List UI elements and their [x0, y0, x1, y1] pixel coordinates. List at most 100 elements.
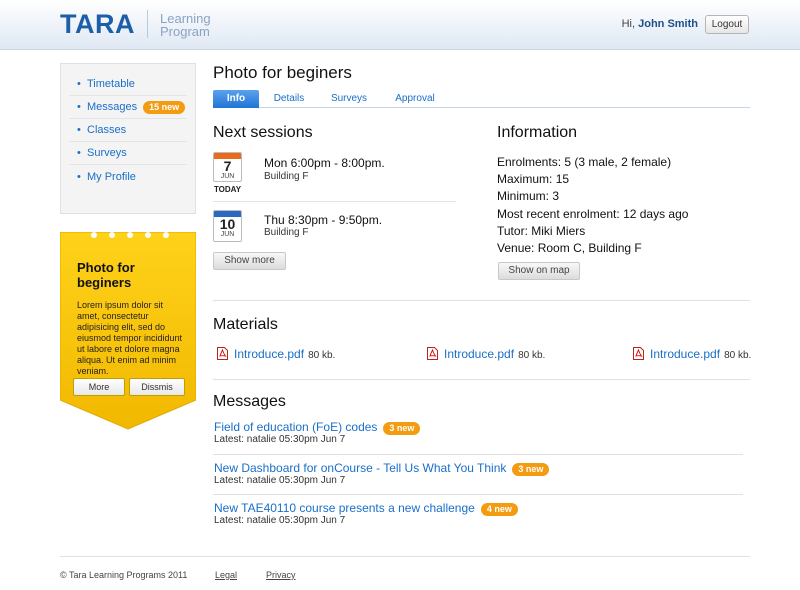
info-label: Venue: — [497, 241, 535, 255]
session-item[interactable]: 10 JUN Thu 8:30pm - 9:50pm. Building F — [213, 210, 456, 246]
info-maximum: Maximum: 15 — [497, 172, 569, 186]
pdf-icon — [633, 347, 644, 360]
divider — [213, 379, 750, 380]
legal-link[interactable]: Legal — [215, 570, 237, 580]
pdf-icon — [217, 347, 228, 360]
today-label: TODAY — [213, 185, 242, 194]
message-item[interactable]: Field of education (FoE) codes 3 new — [214, 420, 421, 435]
promo-text: Lorem ipsum dolor sit amet, consectetur … — [77, 300, 183, 376]
message-new-badge: 3 new — [383, 422, 421, 435]
info-value: Room C, Building F — [537, 241, 642, 255]
message-new-badge: 4 new — [480, 503, 518, 516]
footer-divider — [60, 556, 750, 557]
session-month: JUN — [220, 231, 235, 238]
info-value: 12 days ago — [623, 207, 689, 221]
sidebar-item-classes[interactable]: • Classes — [69, 119, 187, 142]
material-item[interactable]: Introduce.pdf 80 kb. — [633, 347, 751, 361]
show-more-button[interactable]: Show more — [213, 252, 286, 270]
tab-approval[interactable]: Approval — [391, 90, 439, 108]
pdf-icon — [427, 347, 438, 360]
message-item[interactable]: New Dashboard for onCourse - Tell Us Wha… — [214, 461, 550, 476]
message-meta: Latest: natalie 05:30pm Jun 7 — [214, 515, 346, 526]
sidebar-item-messages[interactable]: • Messages 15 new — [69, 96, 187, 119]
next-sessions-heading: Next sessions — [213, 124, 313, 141]
tab-details[interactable]: Details — [269, 90, 309, 108]
page-title: Photo for beginers — [213, 63, 352, 82]
message-title[interactable]: New TAE40110 course presents a new chall… — [214, 501, 475, 515]
tab-bar: Info Details Surveys Approval — [213, 90, 750, 108]
calendar-icon: 10 JUN — [213, 210, 242, 242]
session-place: Building F — [264, 227, 309, 238]
message-item[interactable]: New TAE40110 course presents a new chall… — [214, 501, 518, 516]
session-time: Thu 8:30pm - 9:50pm. — [264, 213, 383, 227]
bullet-icon: • — [77, 78, 81, 90]
promo-dismiss-button[interactable]: Dissmis — [129, 378, 185, 396]
logo-divider — [147, 10, 148, 38]
promo-card: Photo for beginers Lorem ipsum dolor sit… — [60, 232, 196, 430]
info-venue: Venue: Room C, Building F — [497, 241, 642, 255]
info-recent-enrolment: Most recent enrolment: 12 days ago — [497, 207, 688, 221]
bullet-icon: • — [77, 124, 81, 136]
privacy-link[interactable]: Privacy — [266, 570, 296, 580]
material-link[interactable]: Introduce.pdf — [650, 347, 720, 361]
session-month: JUN — [220, 173, 235, 180]
divider — [213, 300, 750, 301]
info-label: Enrolments: — [497, 155, 562, 169]
promo-title: Photo for beginers — [77, 260, 135, 290]
info-value: 15 — [555, 172, 570, 186]
sidebar-item-label: My Profile — [87, 170, 136, 183]
message-title[interactable]: New Dashboard for onCourse - Tell Us Wha… — [214, 461, 506, 475]
info-label: Maximum: — [497, 172, 553, 186]
info-value: 5 (3 male, 2 female) — [564, 155, 672, 169]
sidebar-item-label: Surveys — [87, 147, 127, 159]
logout-button[interactable]: Logout — [705, 15, 749, 34]
material-size: 80 kb. — [308, 350, 336, 361]
messages-heading: Messages — [213, 393, 286, 410]
info-value: 3 — [552, 189, 560, 203]
copyright: © Tara Learning Programs 2011 — [60, 570, 188, 580]
material-size: 80 kb. — [518, 350, 546, 361]
tab-info[interactable]: Info — [213, 90, 259, 108]
session-item[interactable]: 7 JUN TODAY Mon 6:00pm - 8:00pm. Buildin… — [213, 152, 456, 202]
message-new-badge: 3 new — [512, 463, 550, 476]
message-title[interactable]: Field of education (FoE) codes — [214, 420, 377, 434]
greeting-text: Hi, — [621, 18, 636, 30]
info-minimum: Minimum: 3 — [497, 189, 559, 203]
session-day: 7 — [223, 158, 232, 174]
material-link[interactable]: Introduce.pdf — [234, 347, 304, 361]
divider — [213, 494, 743, 495]
material-item[interactable]: Introduce.pdf 80 kb. — [217, 347, 335, 361]
message-meta: Latest: natalie 05:30pm Jun 7 — [214, 434, 346, 445]
session-place: Building F — [264, 171, 309, 182]
sidebar-item-surveys[interactable]: • Surveys — [69, 142, 187, 165]
sidebar-item-label: Classes — [87, 124, 127, 136]
logo-subtitle: Learning Program — [160, 12, 211, 38]
material-link[interactable]: Introduce.pdf — [444, 347, 514, 361]
info-label: Most recent enrolment: — [497, 207, 620, 221]
logo-subtitle-line2: Program — [160, 24, 210, 39]
tab-surveys[interactable]: Surveys — [326, 90, 372, 108]
promo-more-button[interactable]: More — [73, 378, 125, 396]
info-label: Minimum: — [497, 189, 550, 203]
info-tutor: Tutor: Miki Miers — [497, 224, 585, 238]
info-label: Tutor: — [497, 224, 528, 238]
divider — [213, 454, 743, 455]
calendar-icon: 7 JUN — [213, 152, 242, 182]
session-day: 10 — [219, 216, 236, 232]
bullet-icon: • — [77, 147, 81, 159]
information-heading: Information — [497, 124, 578, 141]
logo[interactable]: TARA — [60, 9, 135, 40]
sidebar-item-label: Timetable — [87, 78, 135, 90]
session-time: Mon 6:00pm - 8:00pm. — [264, 156, 385, 170]
material-item[interactable]: Introduce.pdf 80 kb. — [427, 347, 545, 361]
info-enrolments: Enrolments: 5 (3 male, 2 female) — [497, 155, 671, 169]
header: TARA Learning Program Hi, John Smith Log… — [0, 0, 800, 50]
info-value: Miki Miers — [531, 224, 586, 238]
sidebar-item-timetable[interactable]: • Timetable — [69, 73, 187, 96]
bullet-icon: • — [77, 170, 81, 183]
show-on-map-button[interactable]: Show on map — [498, 262, 580, 280]
material-size: 80 kb. — [724, 350, 752, 361]
sidebar-item-my-profile[interactable]: • My Profile — [69, 165, 187, 188]
messages-count-badge: 15 new — [143, 100, 186, 114]
user-name[interactable]: John Smith — [638, 18, 698, 30]
